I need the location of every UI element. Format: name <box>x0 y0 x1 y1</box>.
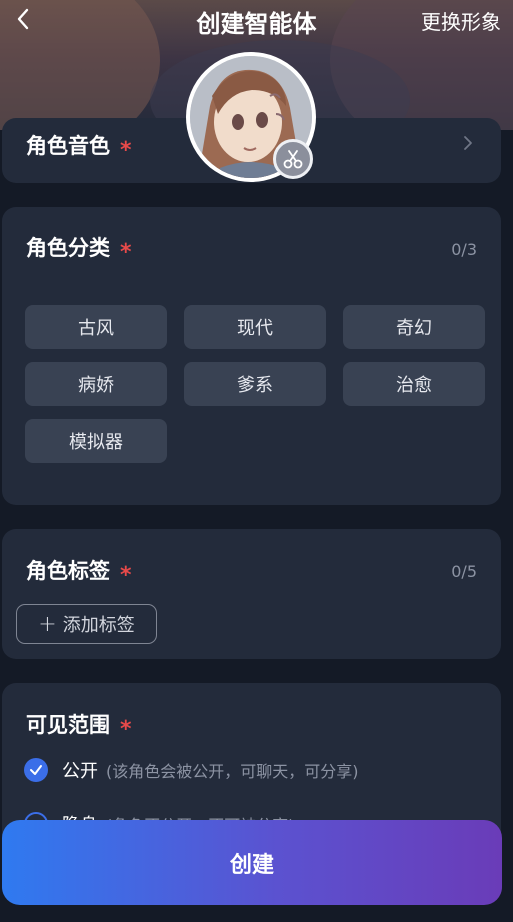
voice-label-text: 角色音色 <box>26 134 110 158</box>
category-chip[interactable]: 模拟器 <box>25 419 167 463</box>
required-mark: * <box>120 138 132 163</box>
required-mark: * <box>120 563 132 588</box>
chevron-right-icon <box>464 136 472 150</box>
add-tag-label: 添加标签 <box>62 615 135 636</box>
radio-checked-icon[interactable] <box>24 758 48 782</box>
category-chip[interactable]: 病娇 <box>25 362 167 406</box>
tag-counter: 0/5 <box>451 562 477 581</box>
checkmark-icon <box>30 765 42 775</box>
category-counter: 0/3 <box>451 240 477 259</box>
category-chip[interactable]: 治愈 <box>343 362 485 406</box>
add-tag-button[interactable]: + 添加标签 <box>16 604 157 644</box>
edit-avatar-button[interactable] <box>273 139 313 179</box>
voice-label: 角色音色 * <box>26 130 132 163</box>
tag-label: 角色标签 * <box>26 555 132 588</box>
required-mark: * <box>120 240 132 265</box>
scissors-icon <box>283 150 303 169</box>
category-chip[interactable]: 现代 <box>184 305 326 349</box>
category-chip[interactable]: 奇幻 <box>343 305 485 349</box>
category-label: 角色分类 * <box>26 232 132 265</box>
tag-card: 角色标签 * 0/5 + 添加标签 <box>2 529 501 659</box>
visibility-label-text: 可见范围 <box>26 713 110 737</box>
visibility-label: 可见范围 * <box>26 709 132 742</box>
tag-label-text: 角色标签 <box>26 559 110 583</box>
required-mark: * <box>120 717 132 742</box>
option-label: 公开 <box>62 761 98 782</box>
plus-icon: + <box>38 611 57 637</box>
category-chip[interactable]: 爹系 <box>184 362 326 406</box>
category-label-text: 角色分类 <box>26 236 110 260</box>
create-button[interactable]: 创建 <box>2 820 502 905</box>
category-chip[interactable]: 古风 <box>25 305 167 349</box>
change-appearance-button[interactable]: 更换形象 <box>421 6 501 35</box>
option-description: (该角色会被公开，可聊天，可分享) <box>106 762 359 781</box>
category-card: 角色分类 * 0/3 古风 现代 奇幻 病娇 爹系 治愈 模拟器 <box>2 207 501 505</box>
top-bar: 创建智能体 更换形象 <box>0 0 513 40</box>
visibility-option-public[interactable]: 公开 (该角色会被公开，可聊天，可分享) <box>24 757 359 783</box>
